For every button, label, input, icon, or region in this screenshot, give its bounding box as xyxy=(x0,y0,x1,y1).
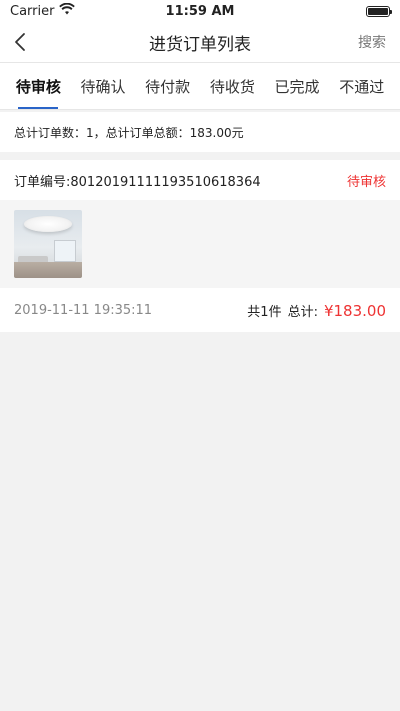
tab-rejected[interactable]: 不通过 xyxy=(329,63,394,109)
page-title: 进货订单列表 xyxy=(149,34,251,55)
product-thumbnail[interactable] xyxy=(14,210,82,278)
search-button[interactable]: 搜索 xyxy=(358,32,386,52)
order-summary: 总计订单数：1，总计订单总额：183.00元 xyxy=(0,112,400,152)
item-count: 共1件 xyxy=(247,304,282,320)
total-label: 总计: xyxy=(287,304,318,320)
order-number: 订单编号:80120191111193510618364 xyxy=(14,174,261,190)
order-total: 共1件 总计: ¥183.00 xyxy=(247,301,386,320)
tab-pending-review[interactable]: 待审核 xyxy=(6,63,71,109)
tab-pending-receipt[interactable]: 待收货 xyxy=(200,63,265,109)
order-items xyxy=(0,200,400,288)
tab-pending-confirm[interactable]: 待确认 xyxy=(71,63,136,109)
order-time: 2019-11-11 19:35:11 xyxy=(14,302,153,318)
status-tabs: 待审核 待确认 待付款 待收货 已完成 不通过 xyxy=(0,62,400,110)
status-bar: Carrier 11:59 AM xyxy=(0,0,400,22)
wifi-icon xyxy=(59,2,76,19)
tab-pending-payment[interactable]: 待付款 xyxy=(135,63,200,109)
back-arrow-icon[interactable] xyxy=(14,30,34,54)
nav-bar: 进货订单列表 搜索 xyxy=(0,22,400,62)
order-status: 待审核 xyxy=(346,174,386,190)
order-header: 订单编号:80120191111193510618364 待审核 xyxy=(0,160,400,200)
status-left: Carrier xyxy=(10,2,76,19)
order-card[interactable]: 订单编号:80120191111193510618364 待审核 2019-11… xyxy=(0,160,400,332)
order-footer: 2019-11-11 19:35:11 共1件 总计: ¥183.00 xyxy=(0,288,400,332)
total-price: ¥183.00 xyxy=(323,301,386,320)
carrier-label: Carrier xyxy=(10,3,55,19)
tab-completed[interactable]: 已完成 xyxy=(265,63,330,109)
battery-icon xyxy=(366,5,392,17)
